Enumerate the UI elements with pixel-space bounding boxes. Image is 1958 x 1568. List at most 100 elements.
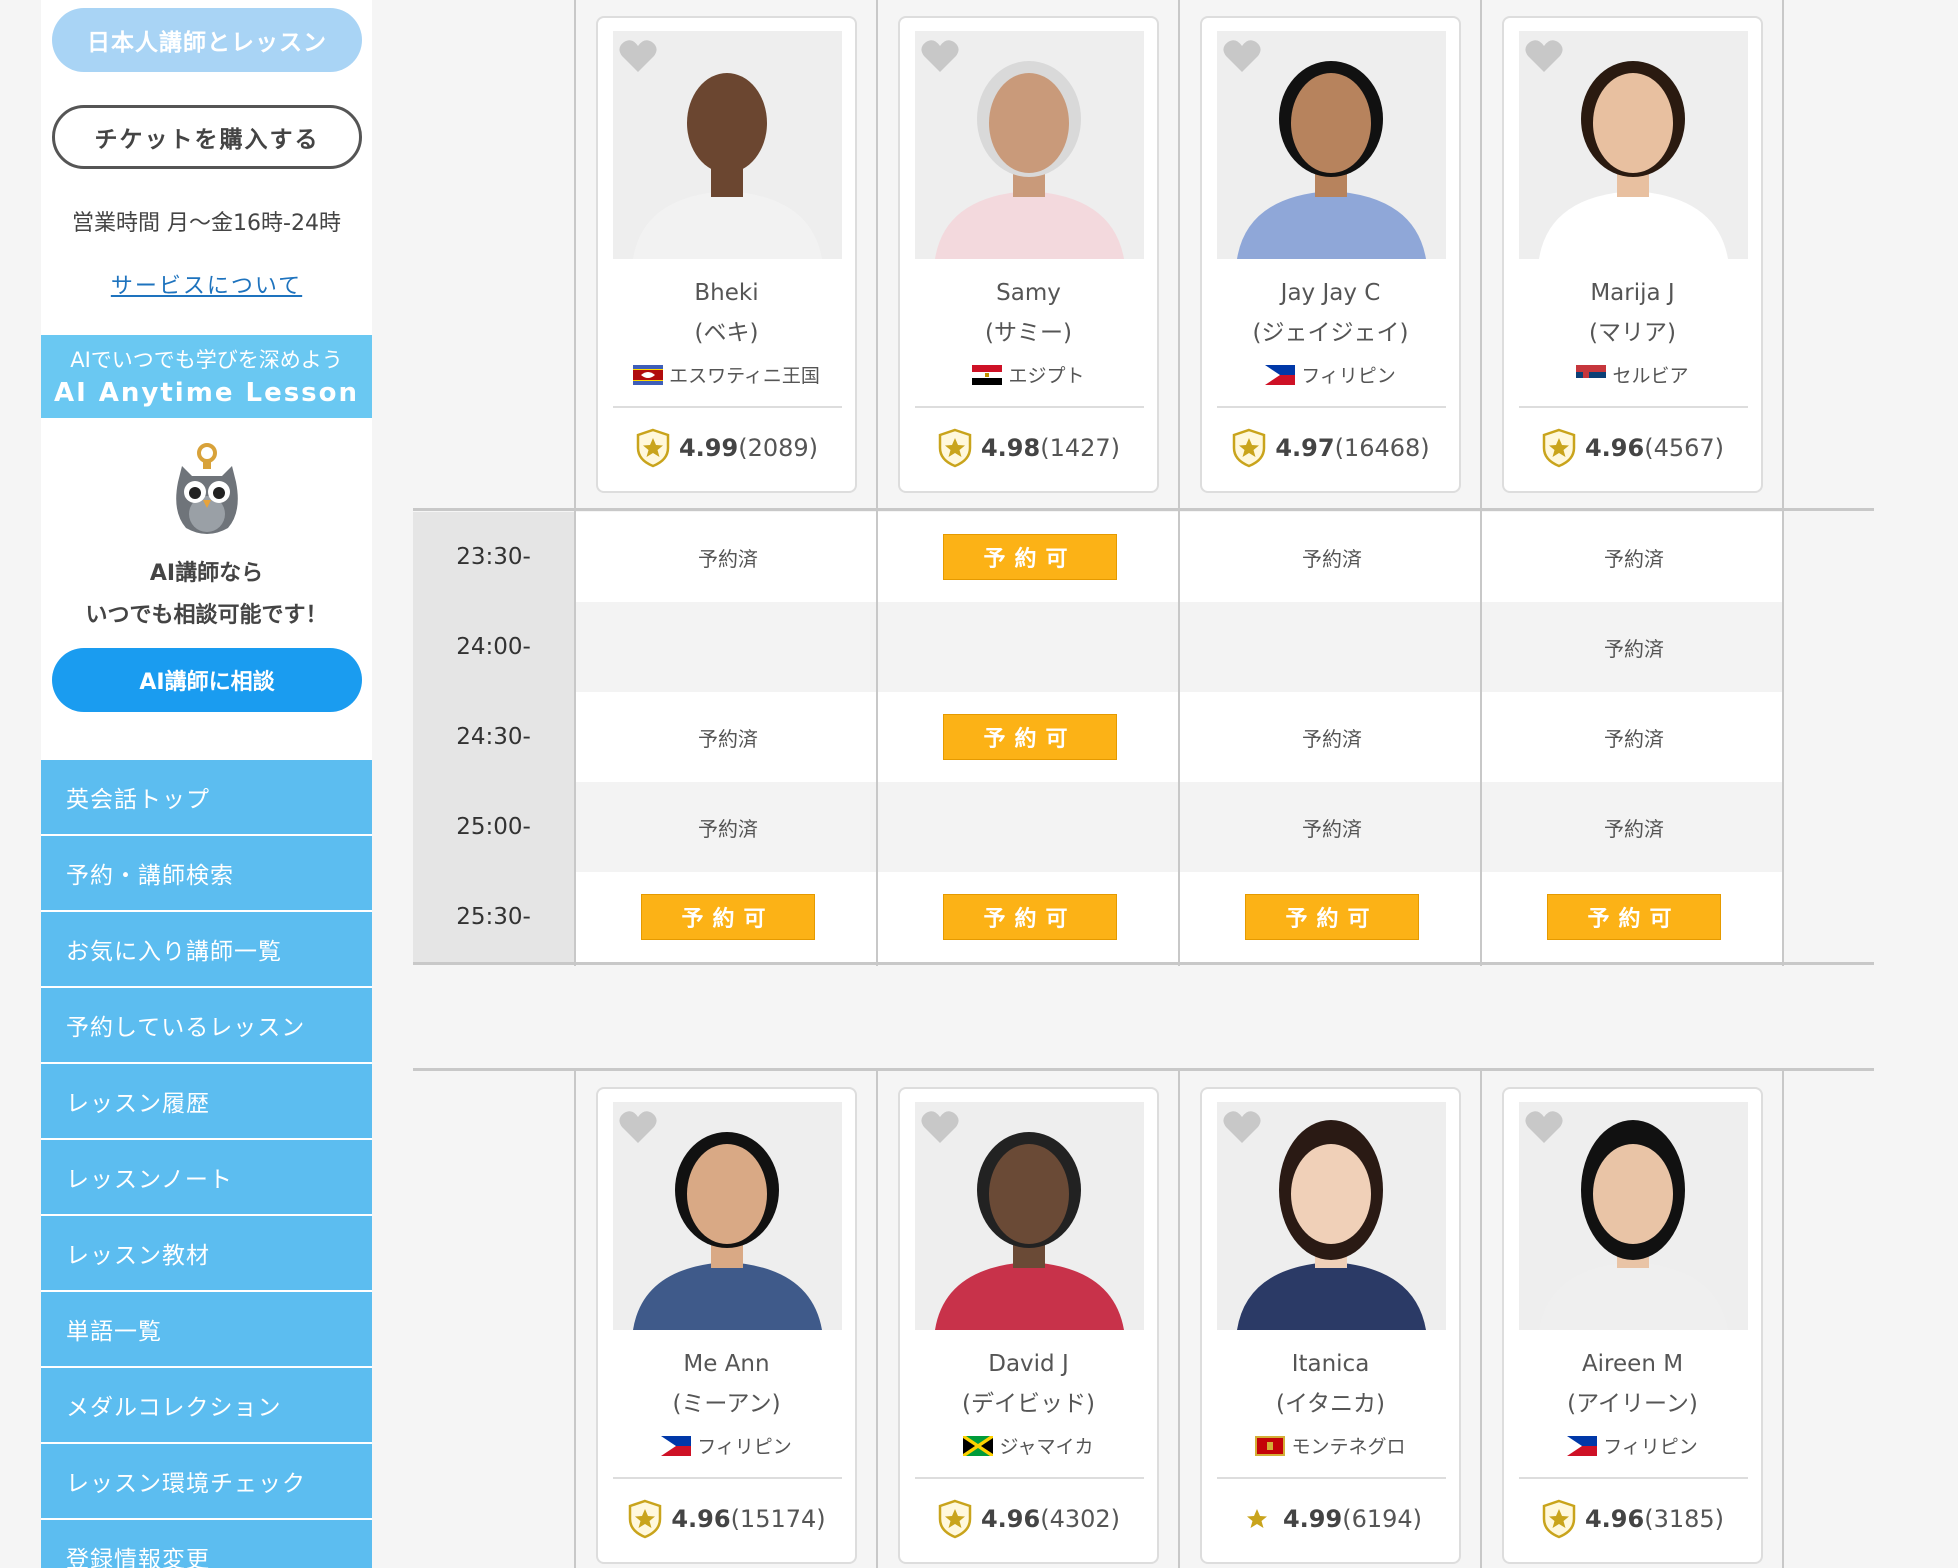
favorite-heart-icon[interactable] <box>1222 38 1262 74</box>
teacher-name[interactable]: Itanica <box>1202 1351 1459 1377</box>
grid-column-line <box>876 0 878 966</box>
rating-score: 4.96 <box>1584 1505 1645 1533</box>
teacher-card[interactable]: Samy (サミー) エジプト 4.98(1427) <box>898 16 1159 493</box>
card-divider <box>1217 406 1446 408</box>
rating-count: (3185) <box>1644 1505 1725 1533</box>
menu-item-booked-lessons[interactable]: 予約しているレッスン <box>41 988 372 1062</box>
slot-cell: 予約済 <box>1483 602 1785 692</box>
teacher-card[interactable]: David J (デイビッド) ジャマイカ 4.96(4302) <box>898 1087 1159 1564</box>
consult-ai-teacher-button[interactable]: AI講師に相談 <box>52 648 362 712</box>
favorite-heart-icon[interactable] <box>618 38 658 74</box>
rating-value-group: 4.96(4302) <box>981 1505 1120 1533</box>
favorite-heart-icon[interactable] <box>920 38 960 74</box>
menu-item-materials[interactable]: レッスン教材 <box>41 1216 372 1290</box>
book-lesson-button[interactable]: 予約可 <box>1547 894 1721 940</box>
favorite-heart-icon[interactable] <box>618 1109 658 1145</box>
country-name: モンテネグロ <box>1291 1436 1406 1458</box>
grid-column-line <box>1178 1070 1180 1568</box>
teacher-country: エジプト <box>900 361 1157 388</box>
business-hours: 営業時間 月〜金16時-24時 <box>72 211 341 236</box>
favorite-heart-icon[interactable] <box>1524 38 1564 74</box>
reserved-status: 予約済 <box>1604 546 1664 571</box>
teacher-name[interactable]: David J <box>900 1351 1157 1377</box>
slot-cell <box>577 602 879 692</box>
teacher-name-kana: (イタニカ) <box>1275 1391 1386 1417</box>
about-service-link[interactable]: サービスについて <box>41 268 372 300</box>
ai-anytime-banner[interactable]: AIでいつでも学びを深めよう AI Anytime Lesson <box>41 335 372 418</box>
shield-star-badge-icon <box>937 1499 973 1539</box>
teacher-name-kana: (ミーアン) <box>672 1391 781 1417</box>
teacher-rating: 4.96(4302) <box>900 1499 1157 1539</box>
teacher-name[interactable]: Me Ann <box>598 1351 855 1377</box>
country-name: フィリピン <box>1301 365 1396 387</box>
menu-item-top[interactable]: 英会話トップ <box>41 760 372 834</box>
teacher-card[interactable]: Jay Jay C (ジェイジェイ) フィリピン 4.97(16468) <box>1200 16 1461 493</box>
card-divider <box>1519 1477 1748 1479</box>
reserved-status: 予約済 <box>1604 816 1664 841</box>
teacher-card[interactable]: Bheki (ベキ) エスワティニ王国 4.99(2089) <box>596 16 857 493</box>
grid-column-line <box>1782 1070 1784 1568</box>
rating-value-group: 4.96(15174) <box>671 1505 825 1533</box>
menu-item-vocabulary[interactable]: 単語一覧 <box>41 1292 372 1366</box>
rating-count: (4567) <box>1644 434 1725 462</box>
serbia-flag-icon <box>1576 364 1607 385</box>
teacher-country: フィリピン <box>1504 1432 1761 1459</box>
teacher-name[interactable]: Aireen M <box>1504 1351 1761 1377</box>
teacher-card[interactable]: Itanica (イタニカ) モンテネグロ 4.99(6194) <box>1200 1087 1461 1564</box>
book-lesson-button[interactable]: 予約可 <box>943 534 1117 580</box>
reserved-status: 予約済 <box>1604 636 1664 661</box>
buy-ticket-button[interactable]: チケットを購入する <box>52 105 362 169</box>
grid-column-line <box>1178 0 1180 966</box>
teacher-name[interactable]: Bheki <box>598 280 855 306</box>
rating-score: 4.96 <box>671 1505 731 1533</box>
grid-column-line <box>1480 1070 1482 1568</box>
teacher-rating: 4.99(6194) <box>1202 1499 1459 1539</box>
rating-score: 4.98 <box>980 434 1041 462</box>
reserved-status: 予約済 <box>698 546 758 571</box>
teacher-name-kana: (マリア) <box>1589 320 1676 346</box>
favorite-heart-icon[interactable] <box>1222 1109 1262 1145</box>
owl-mascot-icon <box>176 443 238 534</box>
time-label: 24:00- <box>456 634 531 660</box>
menu-item-account-settings[interactable]: 登録情報変更 <box>41 1520 372 1568</box>
book-lesson-button[interactable]: 予約可 <box>1245 894 1419 940</box>
teacher-card[interactable]: Aireen M (アイリーン) フィリピン 4.96(3185) <box>1502 1087 1763 1564</box>
teacher-card[interactable]: Marija J (マリア) セルビア 4.96(4567) <box>1502 16 1763 493</box>
country-name: セルビア <box>1612 365 1689 387</box>
rating-score: 4.96 <box>1584 434 1645 462</box>
menu-item-reserve-search[interactable]: 予約・講師検索 <box>41 836 372 910</box>
teacher-name[interactable]: Jay Jay C <box>1202 280 1459 306</box>
teacher-name[interactable]: Marija J <box>1504 280 1761 306</box>
favorite-heart-icon[interactable] <box>920 1109 960 1145</box>
teacher-rating: 4.96(4567) <box>1504 428 1761 468</box>
teacher-card[interactable]: Me Ann (ミーアン) フィリピン 4.96(15174) <box>596 1087 857 1564</box>
reserved-status: 予約済 <box>1302 726 1362 751</box>
card-divider <box>915 406 1144 408</box>
menu-item-environment-check[interactable]: レッスン環境チェック <box>41 1444 372 1518</box>
favorite-heart-icon[interactable] <box>1524 1109 1564 1145</box>
slot-cell: 予約済 <box>1483 692 1785 782</box>
slot-cell: 予約済 <box>1181 782 1483 872</box>
teacher-name-kana: (ジェイジェイ) <box>1252 320 1409 346</box>
teacher-name[interactable]: Samy <box>900 280 1157 306</box>
montenegro-flag-icon <box>1255 1435 1286 1456</box>
teacher-rating: 4.98(1427) <box>900 428 1157 468</box>
slot-cell: 予約済 <box>1483 512 1785 602</box>
japanese-teacher-lesson-button[interactable]: 日本人講師とレッスン <box>52 8 362 72</box>
menu-item-medals[interactable]: メダルコレクション <box>41 1368 372 1442</box>
country-name: エジプト <box>1008 365 1085 387</box>
grid-divider <box>413 508 1874 511</box>
ai-text-line1: AI講師なら <box>149 561 264 586</box>
book-lesson-button[interactable]: 予約可 <box>943 894 1117 940</box>
menu-item-notes[interactable]: レッスンノート <box>41 1140 372 1214</box>
grid-column-line <box>1480 0 1482 966</box>
teacher-name-kana: (サミー) <box>985 320 1072 346</box>
book-lesson-button[interactable]: 予約可 <box>943 714 1117 760</box>
rating-count: (15174) <box>730 1505 826 1533</box>
grid-column-line <box>876 1070 878 1568</box>
rating-score: 4.96 <box>980 1505 1041 1533</box>
menu-item-favorites[interactable]: お気に入り講師一覧 <box>41 912 372 986</box>
book-lesson-button[interactable]: 予約可 <box>641 894 815 940</box>
slot-cell <box>1181 602 1483 692</box>
menu-item-history[interactable]: レッスン履歴 <box>41 1064 372 1138</box>
